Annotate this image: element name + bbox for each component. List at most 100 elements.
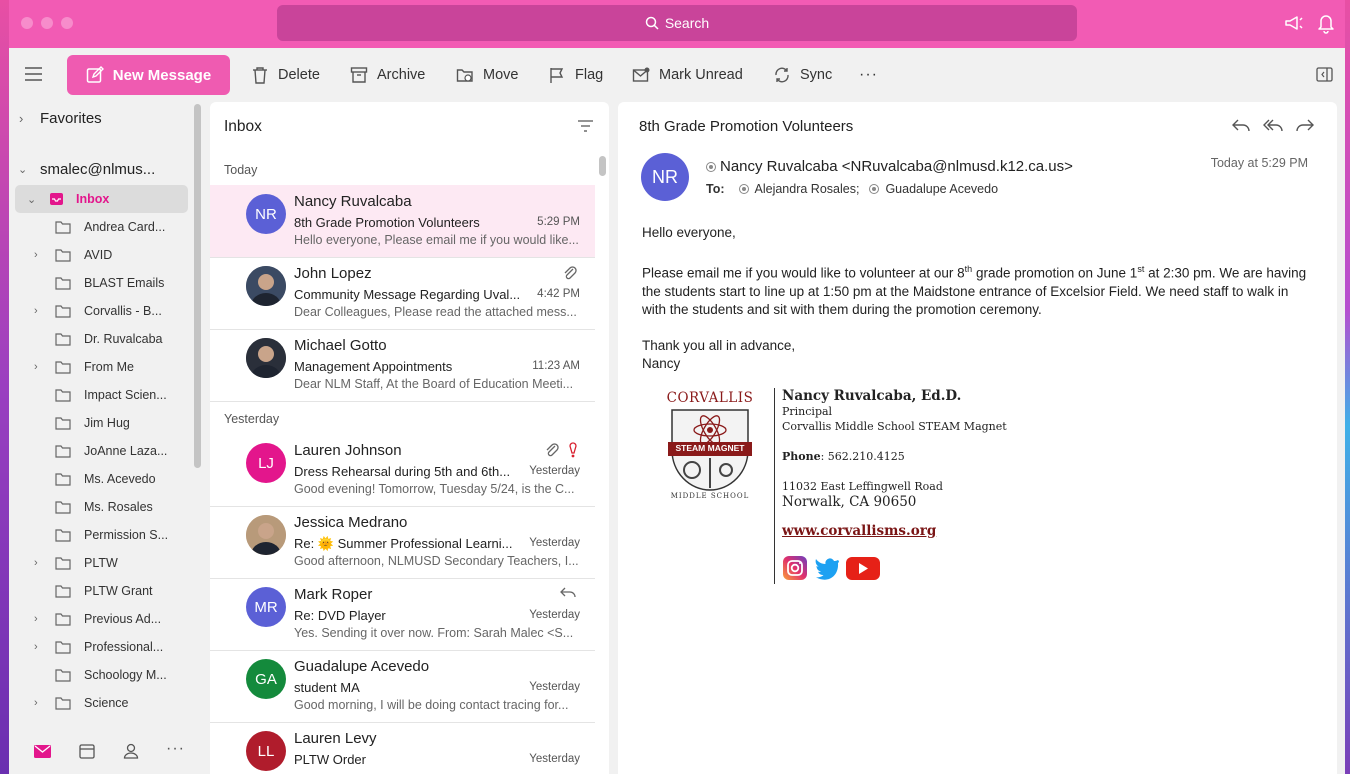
sidebar-folder[interactable]: Ms. Acevedo bbox=[9, 465, 194, 493]
chevron-right-icon[interactable]: › bbox=[34, 305, 38, 317]
sidebar-folder[interactable]: Andrea Card... bbox=[9, 213, 194, 241]
presence-icon bbox=[738, 184, 749, 194]
sender-name: John Lopez bbox=[294, 265, 372, 282]
new-message-button[interactable]: New Message bbox=[67, 55, 230, 95]
mail-icon[interactable] bbox=[34, 745, 51, 758]
sidebar-folder[interactable]: Permission S... bbox=[9, 521, 194, 549]
recipient[interactable]: Guadalupe Acevedo bbox=[885, 182, 998, 196]
group-header-today: Today bbox=[224, 163, 258, 177]
message-time: 5:29 PM bbox=[537, 216, 580, 228]
presence-icon bbox=[706, 161, 716, 172]
sidebar-folder[interactable]: › PLTW bbox=[9, 549, 194, 577]
list-scrollbar[interactable] bbox=[599, 156, 606, 176]
folder-label: Permission S... bbox=[84, 528, 169, 542]
instagram-icon[interactable] bbox=[782, 555, 808, 581]
recipients-line: To: Alejandra Rosales; Guadalupe Acevedo bbox=[706, 182, 998, 196]
message-list-item[interactable]: NR Nancy Ruvalcaba 8th Grade Promotion Vol… bbox=[210, 185, 595, 258]
calendar-icon[interactable] bbox=[79, 743, 95, 759]
sidebar-folder[interactable]: JoAnne Laza... bbox=[9, 437, 194, 465]
sync-button[interactable]: Sync bbox=[773, 62, 832, 88]
body-paragraph: Please email me if you would like to vol… bbox=[642, 260, 1314, 319]
sidebar-folder[interactable]: › AVID bbox=[9, 241, 194, 269]
move-button[interactable]: Move bbox=[456, 62, 518, 88]
phone-number: : 562.210.4125 bbox=[820, 450, 905, 463]
sender-avatar: NR bbox=[246, 194, 286, 234]
sidebar-folder[interactable]: Ms. Rosales bbox=[9, 493, 194, 521]
bell-icon[interactable] bbox=[1315, 12, 1337, 34]
move-label: Move bbox=[483, 67, 519, 83]
message-list-item[interactable]: LL Lauren Levy PLTW Order Yesterday bbox=[210, 722, 595, 774]
favorites-section[interactable]: › Favorites bbox=[9, 104, 194, 132]
sender-line[interactable]: Nancy Ruvalcaba <NRuvalcaba@nlmusd.k12.c… bbox=[706, 158, 1073, 175]
message-time: Yesterday bbox=[529, 537, 580, 549]
twitter-icon[interactable] bbox=[814, 556, 840, 580]
folder-label: Schoology M... bbox=[84, 668, 167, 682]
close-window-button[interactable] bbox=[21, 17, 33, 29]
youtube-icon[interactable] bbox=[846, 556, 880, 580]
mark-unread-button[interactable]: Mark Unread bbox=[632, 62, 743, 88]
folder-label: Previous Ad... bbox=[84, 612, 162, 626]
message-preview: Good evening! Tomorrow, Tuesday 5/24, is… bbox=[294, 482, 575, 496]
message-list-item[interactable]: Jessica Medrano Re: 🌞 Summer Professional… bbox=[210, 506, 595, 579]
sidebar-folder[interactable]: › Professional... bbox=[9, 633, 194, 661]
hamburger-menu-icon[interactable] bbox=[25, 67, 42, 81]
minimize-window-button[interactable] bbox=[41, 17, 53, 29]
chevron-right-icon[interactable]: › bbox=[34, 249, 38, 261]
signature-name: Nancy Ruvalcaba, Ed.D. bbox=[782, 388, 962, 404]
chevron-right-icon[interactable]: › bbox=[34, 361, 38, 373]
people-icon[interactable] bbox=[123, 743, 139, 759]
chevron-right-icon[interactable]: › bbox=[34, 641, 38, 653]
folder-label: PLTW bbox=[84, 556, 118, 570]
chevron-right-icon: › bbox=[19, 110, 24, 126]
message-list-item[interactable]: GA Guadalupe Acevedo student MA Yesterday Go… bbox=[210, 650, 595, 723]
sidebar-folder[interactable]: › Corvallis - B... bbox=[9, 297, 194, 325]
sidebar-folder[interactable]: › Science bbox=[9, 689, 194, 717]
megaphone-icon[interactable] bbox=[1283, 12, 1305, 34]
archive-button[interactable]: Archive bbox=[350, 62, 425, 88]
address-line: Norwalk, CA 90650 bbox=[782, 494, 917, 510]
message-preview: Hello everyone, Please email me if you w… bbox=[294, 233, 579, 247]
delete-button[interactable]: Delete bbox=[251, 62, 320, 88]
sidebar-folder[interactable]: Dr. Ruvalcaba bbox=[9, 325, 194, 353]
sidebar-folder[interactable]: Impact Scien... bbox=[9, 381, 194, 409]
message-list-item[interactable]: LJ Lauren Johnson Dress Rehearsal during 5… bbox=[210, 434, 595, 507]
folder-icon bbox=[55, 613, 71, 626]
to-label: To: bbox=[706, 182, 725, 196]
flag-button[interactable]: Flag bbox=[548, 62, 603, 88]
sender-avatar: LJ bbox=[246, 443, 286, 483]
message-list-item[interactable]: Michael Gotto Management Appointments 11:2… bbox=[210, 329, 595, 402]
inbox-icon bbox=[50, 193, 63, 205]
more-actions-icon[interactable]: ··· bbox=[859, 62, 878, 88]
chevron-right-icon[interactable]: › bbox=[34, 613, 38, 625]
forward-icon[interactable] bbox=[1295, 117, 1315, 133]
reply-all-icon[interactable] bbox=[1263, 117, 1283, 133]
chevron-right-icon[interactable]: › bbox=[34, 697, 38, 709]
filter-icon[interactable] bbox=[578, 120, 593, 132]
folder-icon bbox=[55, 333, 71, 346]
message-list-item[interactable]: MR Mark Roper Re: DVD Player Yesterday Yes. … bbox=[210, 578, 595, 651]
message-time: Yesterday bbox=[529, 609, 580, 621]
chevron-right-icon[interactable]: › bbox=[34, 557, 38, 569]
sidebar-folder[interactable]: BLAST Emails bbox=[9, 269, 194, 297]
sidebar-folder[interactable]: Schoology M... bbox=[9, 661, 194, 689]
chevron-down-icon: ⌄ bbox=[18, 163, 28, 176]
sidebar-item-inbox[interactable]: ⌄ Inbox bbox=[15, 185, 188, 213]
sidebar-scrollbar[interactable] bbox=[194, 104, 201, 468]
search-label: Search bbox=[664, 15, 710, 31]
sidebar-folder[interactable]: › From Me bbox=[9, 353, 194, 381]
sidebar-folder[interactable]: › Previous Ad... bbox=[9, 605, 194, 633]
sidebar-folder[interactable]: PLTW Grant bbox=[9, 577, 194, 605]
reply-icon[interactable] bbox=[1231, 117, 1251, 133]
phone-label: Phone bbox=[782, 450, 821, 463]
more-modules-icon[interactable]: ··· bbox=[166, 740, 185, 758]
toggle-reading-pane-icon[interactable] bbox=[1316, 67, 1333, 82]
account-section[interactable]: ⌄ smalec@nlmus... bbox=[9, 155, 194, 183]
sidebar-folder[interactable]: Jim Hug bbox=[9, 409, 194, 437]
recipient[interactable]: Alejandra Rosales; bbox=[755, 182, 860, 196]
zoom-window-button[interactable] bbox=[61, 17, 73, 29]
website-link[interactable]: www.corvallisms.org bbox=[782, 524, 1007, 539]
message-list-item[interactable]: John Lopez Community Message Regarding Uv… bbox=[210, 257, 595, 330]
search-bar[interactable]: Search bbox=[277, 5, 1077, 41]
chevron-down-icon: ⌄ bbox=[27, 193, 37, 206]
attachment-icon bbox=[546, 443, 559, 457]
